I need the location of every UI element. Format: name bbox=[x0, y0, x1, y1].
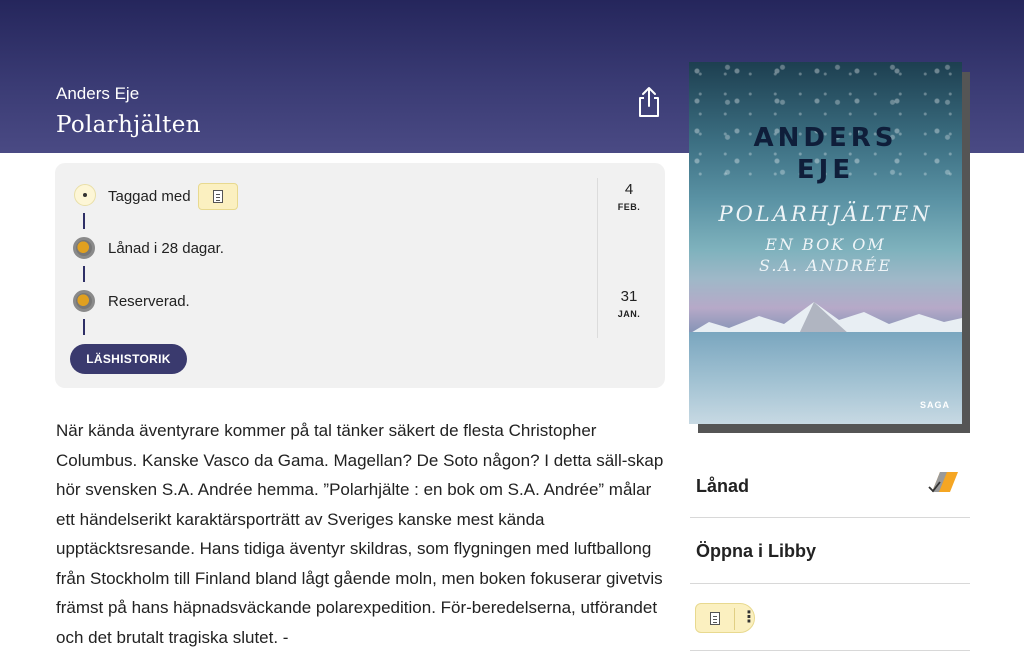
event-reserved-text: Reserverad. bbox=[108, 293, 190, 310]
timeline-line bbox=[83, 319, 85, 335]
timeline-line bbox=[83, 213, 85, 229]
chip-divider bbox=[734, 608, 735, 630]
date-day: 4 bbox=[624, 181, 634, 198]
event-tagged-text: Taggad med bbox=[108, 188, 191, 205]
event-loaned-text: Lånad i 28 dagar. bbox=[108, 240, 224, 257]
share-icon[interactable] bbox=[636, 86, 662, 118]
cover-title: POLARHJÄLTEN bbox=[718, 202, 933, 226]
date-jan-31: 31 JAN. bbox=[615, 288, 643, 319]
cover-author-first: ANDERS bbox=[753, 123, 898, 153]
more-options-icon[interactable]: ⋮ bbox=[741, 608, 757, 628]
tag-event-dot bbox=[74, 184, 96, 206]
cover-author: ANDERS EJE bbox=[689, 122, 962, 186]
cover-author-last: EJE bbox=[796, 155, 855, 185]
date-day: 31 bbox=[620, 288, 638, 305]
book-description: När kända äventyrare kommer på tal tänke… bbox=[56, 421, 664, 647]
book-author[interactable]: Anders Eje bbox=[56, 84, 139, 104]
timeline-line bbox=[83, 266, 85, 282]
tag-chip[interactable] bbox=[198, 183, 238, 210]
date-month: JAN. bbox=[617, 309, 641, 319]
loan-status-row[interactable]: Lånad bbox=[690, 462, 970, 518]
cover-publisher-logo: SAGA bbox=[919, 400, 950, 410]
cover-subtitle-line: S.A. ANDRÉE bbox=[759, 256, 892, 275]
tag-chip-menu[interactable]: ⋮ bbox=[695, 603, 757, 633]
loan-event-dot bbox=[73, 237, 95, 259]
open-in-libby-label: Öppna i Libby bbox=[696, 541, 816, 561]
notepad-icon bbox=[710, 612, 720, 625]
activity-card: Taggad med Lånad i 28 dagar. Reserverad.… bbox=[55, 163, 665, 388]
cover-sea bbox=[689, 332, 962, 424]
date-feb-4: 4 FEB. bbox=[615, 181, 643, 212]
cover-subtitle: EN BOK OM S.A. ANDRÉE bbox=[689, 234, 962, 276]
book-cover[interactable]: ANDERS EJE POLARHJÄLTEN EN BOK OM S.A. A… bbox=[689, 62, 962, 424]
loan-status-icon bbox=[928, 472, 958, 493]
date-month: FEB. bbox=[617, 202, 641, 212]
book-title: Polarhjälten bbox=[56, 112, 201, 138]
notepad-icon bbox=[213, 190, 223, 203]
reading-history-button[interactable]: LÄSHISTORIK bbox=[70, 344, 187, 374]
date-divider bbox=[597, 178, 598, 338]
cover-mountains bbox=[689, 302, 962, 334]
cover-subtitle-line: EN BOK OM bbox=[765, 235, 886, 254]
hold-event-dot bbox=[73, 290, 95, 312]
open-in-libby-row[interactable]: Öppna i Libby bbox=[690, 518, 970, 584]
loan-status-label: Lånad bbox=[696, 476, 750, 496]
